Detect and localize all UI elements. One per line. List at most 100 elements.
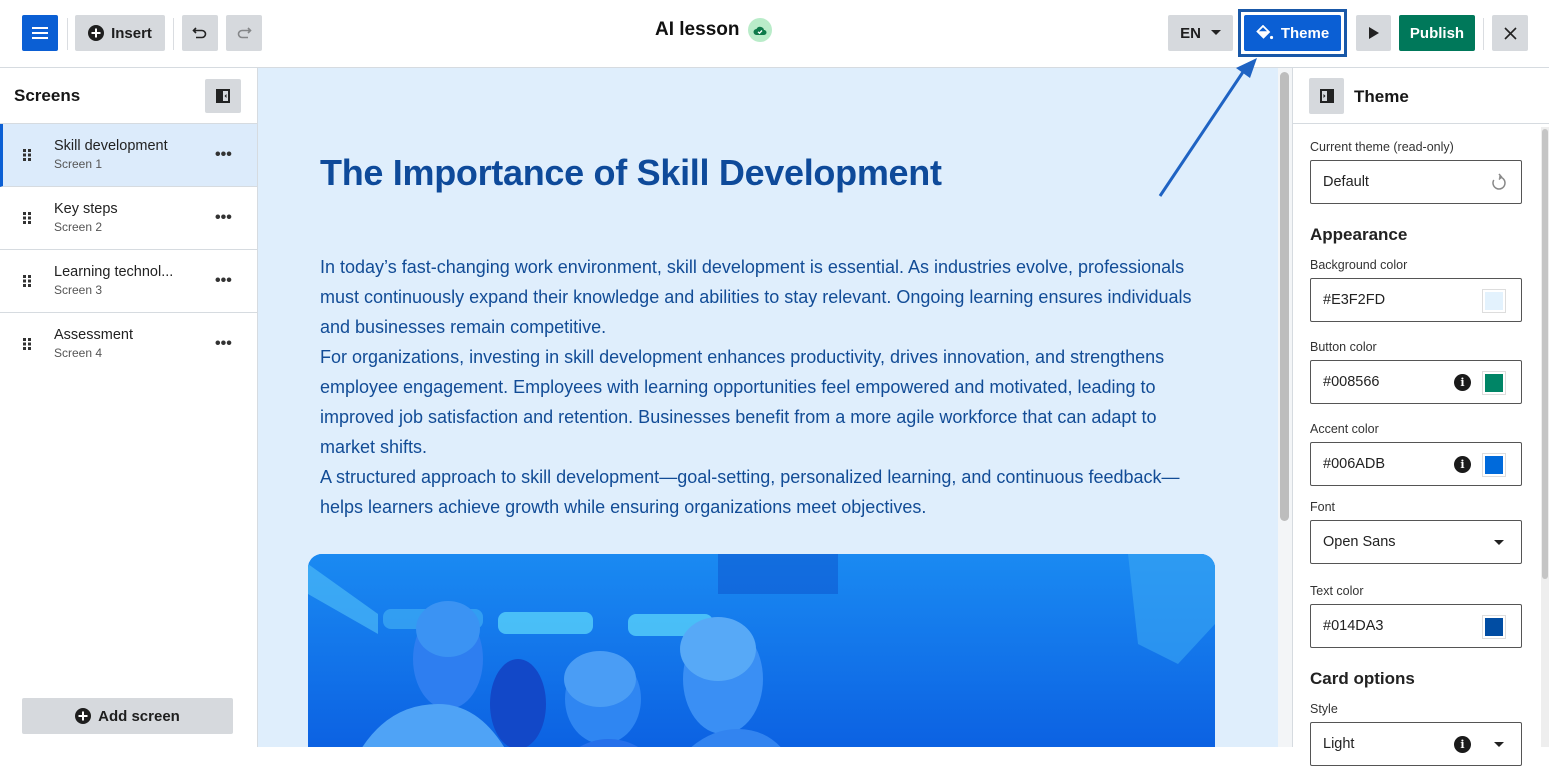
accent-color-value: #006ADB bbox=[1323, 456, 1386, 472]
more-options-icon[interactable]: ••• bbox=[215, 335, 232, 353]
lesson-title: AI lesson bbox=[655, 19, 740, 40]
paragraph: For organizations, investing in skill de… bbox=[320, 347, 1165, 457]
font-select[interactable]: Open Sans bbox=[1310, 520, 1522, 564]
lesson-body-text[interactable]: In today’s fast-changing work environmen… bbox=[320, 252, 1210, 522]
text-color-swatch[interactable] bbox=[1482, 615, 1506, 639]
text-color-input[interactable]: #014DA3 bbox=[1310, 604, 1522, 648]
button-color-swatch[interactable] bbox=[1482, 371, 1506, 395]
caret-down-icon bbox=[1494, 540, 1504, 545]
text-color-value: #014DA3 bbox=[1323, 618, 1384, 634]
screen-list-item[interactable]: Skill development Screen 1 ••• bbox=[0, 124, 257, 187]
background-color-swatch[interactable] bbox=[1482, 289, 1506, 313]
appearance-heading: Appearance bbox=[1310, 225, 1408, 244]
paragraph: A structured approach to skill developme… bbox=[320, 467, 1180, 517]
theme-button[interactable]: Theme bbox=[1244, 15, 1341, 51]
screen-number: Screen 1 bbox=[54, 157, 103, 171]
screen-number: Screen 2 bbox=[54, 220, 103, 234]
current-theme-label: Current theme (read-only) bbox=[1310, 140, 1454, 154]
theme-panel-title: Theme bbox=[1354, 87, 1409, 106]
screens-sidebar: Screens Skill development Screen 1 ••• K… bbox=[0, 68, 258, 747]
info-icon[interactable]: i bbox=[1454, 736, 1471, 753]
hamburger-icon bbox=[32, 27, 48, 39]
button-color-label: Button color bbox=[1310, 340, 1377, 354]
screen-number: Screen 3 bbox=[54, 283, 103, 297]
screen-list-item[interactable]: Key steps Screen 2 ••• bbox=[0, 187, 257, 250]
language-select[interactable]: EN bbox=[1168, 15, 1233, 51]
lesson-heading[interactable]: The Importance of Skill Development bbox=[320, 152, 942, 194]
publish-button[interactable]: Publish bbox=[1399, 15, 1475, 51]
background-color-input[interactable]: #E3F2FD bbox=[1310, 278, 1522, 322]
button-color-value: #008566 bbox=[1323, 374, 1380, 390]
caret-down-icon bbox=[1210, 30, 1221, 35]
drag-handle-icon[interactable] bbox=[23, 338, 31, 350]
redo-icon bbox=[237, 27, 252, 39]
screen-name: Skill development bbox=[54, 138, 168, 154]
undo-button[interactable] bbox=[182, 15, 218, 51]
close-button[interactable] bbox=[1492, 15, 1528, 51]
theme-panel-body: Current theme (read-only) Default Appear… bbox=[1293, 125, 1549, 766]
background-color-label: Background color bbox=[1310, 258, 1408, 272]
sidebar-header: Screens bbox=[0, 68, 257, 124]
panel-expand-icon bbox=[1319, 89, 1334, 103]
toolbar-divider bbox=[67, 18, 68, 50]
info-icon[interactable]: i bbox=[1454, 456, 1471, 473]
collapse-panel-button[interactable] bbox=[1309, 78, 1344, 114]
accent-color-input[interactable]: #006ADB i bbox=[1310, 442, 1522, 486]
paint-bucket-icon bbox=[1256, 25, 1273, 40]
toolbar-divider bbox=[173, 18, 174, 50]
style-select[interactable]: Light i bbox=[1310, 722, 1522, 766]
preview-button[interactable] bbox=[1356, 15, 1391, 51]
add-screen-button[interactable]: Add screen bbox=[22, 698, 233, 734]
add-screen-label: Add screen bbox=[98, 707, 180, 725]
screen-list-item[interactable]: Learning technol... Screen 3 ••• bbox=[0, 250, 257, 313]
cloud-saved-icon bbox=[748, 18, 773, 42]
accent-color-label: Accent color bbox=[1310, 422, 1379, 436]
lesson-hero-image[interactable] bbox=[308, 554, 1215, 747]
screen-name: Assessment bbox=[54, 327, 133, 343]
lesson-canvas: The Importance of Skill Development In t… bbox=[258, 68, 1278, 747]
current-theme-field: Default bbox=[1310, 160, 1522, 204]
collapse-sidebar-button[interactable] bbox=[205, 79, 241, 113]
text-color-label: Text color bbox=[1310, 584, 1364, 598]
toolbar-divider bbox=[1483, 18, 1484, 50]
screen-number: Screen 4 bbox=[54, 346, 103, 360]
font-value: Open Sans bbox=[1323, 534, 1396, 550]
caret-down-icon bbox=[1494, 742, 1504, 747]
lesson-title-group: AI lesson bbox=[655, 18, 773, 42]
screen-list-item[interactable]: Assessment Screen 4 ••• bbox=[0, 313, 257, 376]
info-icon[interactable]: i bbox=[1454, 374, 1471, 391]
theme-label: Theme bbox=[1280, 24, 1330, 42]
language-label: EN bbox=[1180, 24, 1201, 42]
background-color-value: #E3F2FD bbox=[1323, 292, 1386, 308]
more-options-icon[interactable]: ••• bbox=[215, 209, 232, 227]
top-toolbar: Insert AI lesson EN Theme Publish bbox=[0, 0, 1549, 68]
button-color-input[interactable]: #008566 i bbox=[1310, 360, 1522, 404]
more-options-icon[interactable]: ••• bbox=[215, 146, 232, 164]
card-options-heading: Card options bbox=[1310, 669, 1415, 688]
reset-icon[interactable] bbox=[1491, 173, 1507, 191]
canvas-scrollbar-thumb[interactable] bbox=[1280, 72, 1289, 521]
panel-collapse-icon bbox=[216, 89, 230, 103]
accent-color-swatch[interactable] bbox=[1482, 453, 1506, 477]
play-icon bbox=[1368, 27, 1379, 39]
insert-label: Insert bbox=[111, 24, 152, 42]
drag-handle-icon[interactable] bbox=[23, 275, 31, 287]
menu-button[interactable] bbox=[22, 15, 58, 51]
redo-button[interactable] bbox=[226, 15, 262, 51]
style-label: Style bbox=[1310, 702, 1338, 716]
panel-scrollbar-thumb[interactable] bbox=[1542, 129, 1548, 579]
more-options-icon[interactable]: ••• bbox=[215, 272, 232, 290]
sidebar-title: Screens bbox=[14, 85, 81, 105]
undo-icon bbox=[192, 27, 207, 39]
theme-panel-header: Theme bbox=[1293, 68, 1549, 124]
insert-button[interactable]: Insert bbox=[75, 15, 165, 51]
drag-handle-icon[interactable] bbox=[23, 212, 31, 224]
current-theme-value: Default bbox=[1323, 174, 1369, 190]
screen-name: Key steps bbox=[54, 201, 118, 217]
font-label: Font bbox=[1310, 500, 1336, 514]
drag-handle-icon[interactable] bbox=[23, 149, 31, 161]
theme-button-highlight: Theme bbox=[1238, 9, 1347, 57]
team-photo-illustration bbox=[308, 554, 1215, 747]
plus-circle-icon bbox=[75, 708, 92, 724]
style-value: Light bbox=[1323, 736, 1355, 752]
